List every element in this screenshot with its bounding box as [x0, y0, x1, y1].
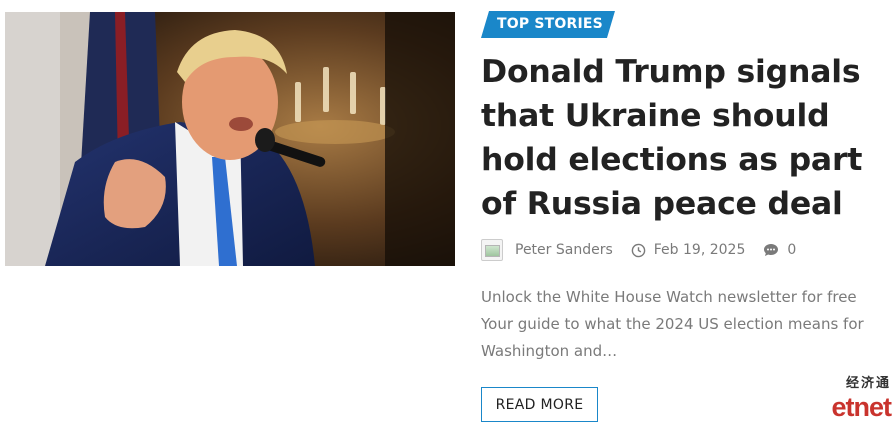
article-headline[interactable]: Donald Trump signals that Ukraine should… [481, 50, 886, 226]
article-meta: Peter Sanders Feb 19, 2025 0 [481, 239, 796, 261]
category-badge[interactable]: TOP STORIES [481, 11, 615, 38]
publish-date: Feb 19, 2025 [653, 242, 746, 258]
comment-icon[interactable] [763, 243, 779, 257]
article-excerpt: Unlock the White House Watch newsletter … [481, 288, 864, 360]
etnet-watermark-logo: 经济通 etnet [831, 376, 892, 422]
clock-icon [631, 243, 646, 258]
watermark-chinese: 经济通 [845, 376, 891, 391]
article-image[interactable] [5, 12, 455, 266]
watermark-english: etnet [831, 392, 892, 422]
comment-count[interactable]: 0 [787, 242, 796, 258]
article-content: TOP STORIES Donald Trump signals that Uk… [481, 11, 881, 422]
read-more-button[interactable]: READ MORE [481, 387, 598, 422]
author-name[interactable]: Peter Sanders [515, 242, 613, 258]
author-avatar[interactable] [481, 239, 503, 261]
